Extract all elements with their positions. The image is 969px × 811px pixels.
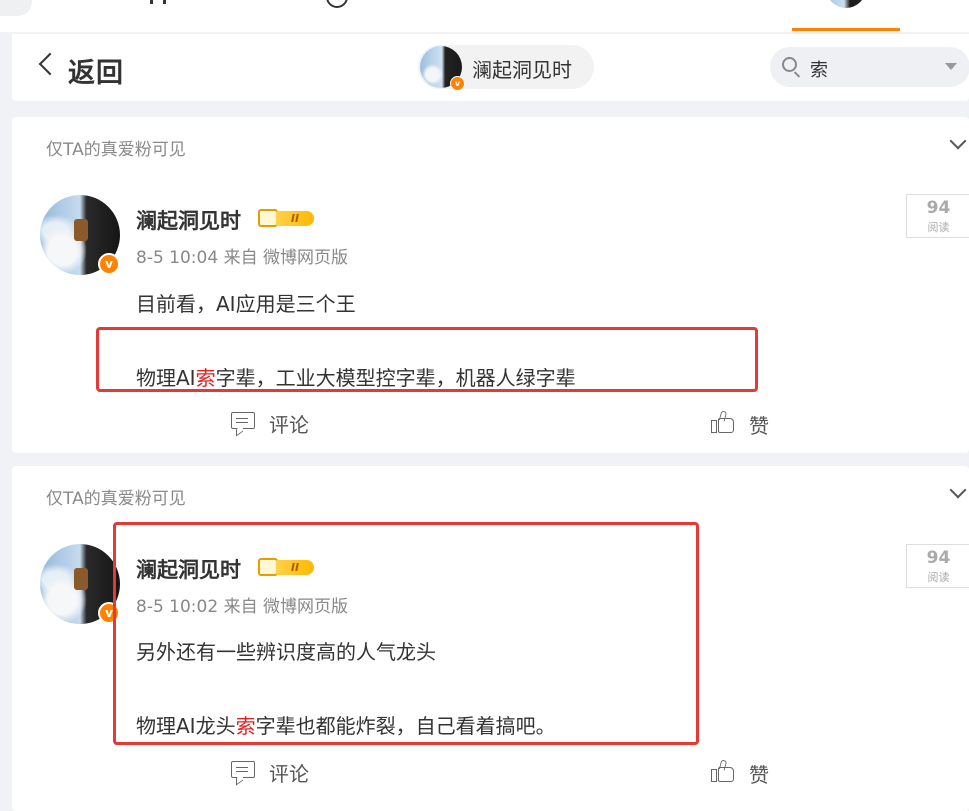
vip-level: II — [276, 560, 314, 575]
active-tab-indicator — [792, 28, 900, 31]
verified-icon: v — [98, 253, 120, 275]
read-count-label: 阅读 — [927, 221, 950, 234]
crown-icon — [258, 558, 278, 576]
comment-label: 评论 — [269, 762, 309, 786]
top-tab-strip — [0, 0, 969, 32]
author-name[interactable]: 澜起洞见时 — [136, 554, 241, 584]
like-label: 赞 — [749, 414, 769, 438]
post-text-line: 另外还有一些辨识度高的人气龙头 — [136, 640, 436, 664]
verified-icon: v — [450, 76, 465, 91]
top-avatar[interactable] — [826, 0, 866, 8]
read-count: 94 阅读 — [906, 194, 969, 238]
back-label: 返回 — [68, 58, 124, 89]
post-card: 仅TA的真爱粉可见 v 澜起洞见时 II 8-5 10:04 来自 微博网页版 … — [12, 117, 969, 453]
verified-icon: v — [98, 602, 120, 624]
thumbs-up-icon — [711, 410, 735, 433]
nav-bar: 返回 v 澜起洞见时 索 — [12, 34, 969, 101]
comment-label: 评论 — [269, 413, 309, 437]
post-text-segment: 物理AI — [136, 366, 196, 390]
post-text-segment: 物理AI龙头 — [136, 714, 236, 738]
thumbs-up-icon — [711, 759, 735, 782]
cropped-clock-icon[interactable] — [326, 0, 348, 8]
read-count-label: 阅读 — [927, 571, 950, 584]
vip-badge[interactable]: II — [258, 557, 316, 579]
search-value: 索 — [810, 60, 828, 81]
vip-badge[interactable]: II — [258, 208, 316, 230]
highlighted-keyword: 索 — [195, 366, 216, 390]
crown-icon — [258, 209, 278, 227]
caret-down-icon[interactable] — [945, 63, 957, 70]
search-icon — [782, 57, 797, 72]
user-chip-name: 澜起洞见时 — [472, 58, 572, 82]
read-count: 94 阅读 — [906, 544, 969, 588]
comment-icon — [231, 412, 255, 429]
user-chip[interactable]: v 澜起洞见时 — [418, 45, 594, 91]
post-text-line: 物理AI龙头索字辈也都能炸裂，自己看着搞吧。 — [136, 710, 556, 739]
read-count-number: 94 — [926, 198, 951, 218]
chevron-down-icon[interactable] — [949, 132, 967, 150]
cropped-tab-icon[interactable] — [150, 0, 166, 4]
search-input[interactable]: 索 — [770, 47, 969, 87]
visibility-label: 仅TA的真爱粉可见 — [46, 140, 186, 160]
cropped-tab-pill[interactable] — [0, 0, 32, 16]
author-name[interactable]: 澜起洞见时 — [136, 205, 241, 235]
post-meta[interactable]: 8-5 10:04 来自 微博网页版 — [136, 243, 348, 268]
post-text-segment: 字辈也都能炸裂，自己看着搞吧。 — [255, 714, 556, 738]
read-count-number: 94 — [926, 548, 951, 568]
vip-level: II — [276, 211, 314, 226]
post-card: 仅TA的真爱粉可见 v 澜起洞见时 II 8-5 10:02 来自 微博网页版 … — [12, 466, 969, 811]
comment-icon — [231, 761, 255, 778]
like-label: 赞 — [749, 763, 769, 787]
chevron-down-icon[interactable] — [949, 481, 967, 499]
highlighted-keyword: 索 — [235, 714, 256, 738]
post-text-line: 物理AI索字辈，工业大模型控字辈，机器人绿字辈 — [136, 362, 576, 391]
post-meta[interactable]: 8-5 10:02 来自 微博网页版 — [136, 592, 348, 617]
post-text-line: 目前看，AI应用是三个王 — [136, 292, 356, 316]
post-text-segment: 字辈，工业大模型控字辈，机器人绿字辈 — [215, 366, 576, 390]
chevron-left-icon — [38, 52, 62, 76]
visibility-label: 仅TA的真爱粉可见 — [46, 489, 186, 509]
